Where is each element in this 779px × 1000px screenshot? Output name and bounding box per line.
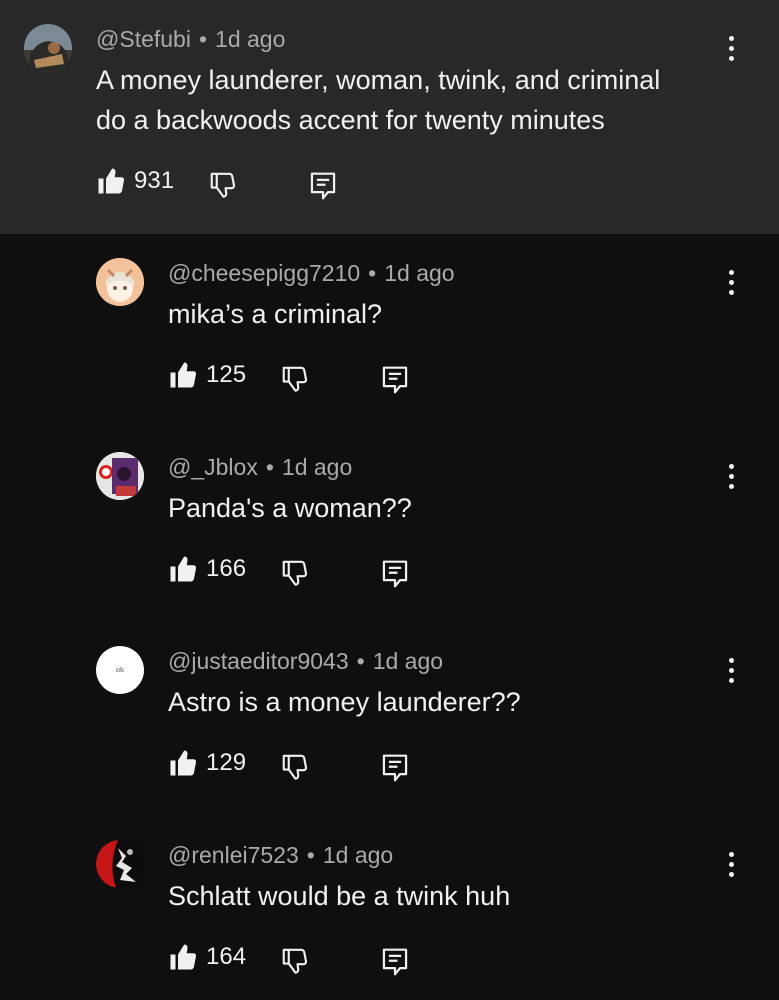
- comment-meta: @justaeditor9043 • 1d ago: [168, 648, 443, 675]
- thumbs-up-icon: [170, 556, 197, 582]
- comment-text: Astro is a money launderer??: [168, 682, 521, 722]
- comment-actions: 129: [168, 748, 428, 788]
- meta-separator: •: [306, 842, 315, 868]
- like-count: 164: [206, 943, 247, 970]
- comment-text-line: mika’s a criminal?: [168, 299, 383, 329]
- dislike-button[interactable]: [208, 170, 238, 200]
- comment-actions: 931: [96, 166, 396, 206]
- thumbs-down-icon: [282, 948, 308, 974]
- like-count: 129: [206, 749, 247, 776]
- comment-time: 1d ago: [372, 648, 444, 674]
- comment-text: Schlatt would be a twink huh: [168, 876, 510, 916]
- reply-item: @renlei7523 • 1d ago Schlatt would be a tw…: [0, 840, 779, 990]
- author-handle[interactable]: @Stefubi: [96, 26, 191, 52]
- thumbs-up-icon: [170, 750, 197, 776]
- author-handle[interactable]: @justaeditor9043: [168, 648, 349, 674]
- reply-button[interactable]: [380, 752, 410, 784]
- avatar[interactable]: [96, 258, 144, 306]
- like-count: 931: [134, 167, 175, 194]
- comment-text-line: Astro is a money launderer??: [168, 687, 521, 717]
- thumbs-down-icon: [282, 560, 308, 586]
- thumbs-up-icon: [98, 168, 125, 194]
- avatar-image-icon: idk: [115, 666, 125, 674]
- meta-separator: •: [198, 26, 208, 52]
- more-options-icon[interactable]: [721, 28, 741, 68]
- reply-button[interactable]: [380, 946, 410, 978]
- thumbs-down-icon: [210, 172, 236, 198]
- comment-time: 1d ago: [215, 26, 286, 52]
- more-options-icon[interactable]: [721, 844, 741, 884]
- author-handle[interactable]: @_Jblox: [168, 454, 258, 480]
- avatar[interactable]: [24, 24, 72, 72]
- comment-meta: @cheesepigg7210 • 1d ago: [168, 260, 455, 287]
- comment-text-line: Schlatt would be a twink huh: [168, 881, 511, 911]
- comment-meta: @_Jblox • 1d ago: [168, 454, 352, 481]
- reply-item: idk @justaeditor9043 • 1d ago Astro is a m…: [0, 646, 779, 796]
- comment-text-line: Panda's a woman??: [168, 493, 412, 523]
- like-count: 125: [206, 361, 247, 388]
- reply-icon: [382, 560, 408, 588]
- comment-text: Panda's a woman??: [168, 488, 412, 528]
- comment-time: 1d ago: [281, 454, 353, 480]
- like-button[interactable]: 164: [168, 942, 246, 972]
- reply-icon: [382, 754, 408, 782]
- comment-actions: 164: [168, 942, 428, 982]
- more-options-icon[interactable]: [721, 650, 741, 690]
- reply-button[interactable]: [380, 364, 410, 396]
- comment-meta: @Stefubi • 1d ago: [96, 26, 285, 53]
- avatar[interactable]: [96, 840, 144, 888]
- comment-time: 1d ago: [384, 260, 455, 286]
- dislike-button[interactable]: [280, 946, 310, 976]
- avatar[interactable]: idk: [96, 646, 144, 694]
- dislike-button[interactable]: [280, 752, 310, 782]
- reply-item: @cheesepigg7210 • 1d ago mika’s a criminal…: [0, 258, 779, 408]
- like-button[interactable]: 931: [96, 166, 174, 196]
- reply-icon: [382, 948, 408, 976]
- thumbs-up-icon: [170, 362, 197, 388]
- avatar-image-icon: [24, 24, 72, 72]
- reply-icon: [382, 366, 408, 394]
- comment-text-line: do a backwoods accent for twenty minutes: [96, 105, 605, 135]
- like-button[interactable]: 166: [168, 554, 246, 584]
- like-count: 166: [206, 555, 247, 582]
- dislike-button[interactable]: [280, 364, 310, 394]
- more-options-icon[interactable]: [721, 456, 741, 496]
- comment-text: A money launderer, woman, twink, and cri…: [96, 60, 660, 140]
- avatar-image-icon: [96, 452, 144, 500]
- comment-actions: 166: [168, 554, 428, 594]
- reply-item: @_Jblox • 1d ago Panda's a woman?? 166: [0, 452, 779, 602]
- more-options-icon[interactable]: [721, 262, 741, 302]
- avatar-image-icon: [96, 840, 144, 888]
- reply-button[interactable]: [308, 170, 338, 202]
- thumbs-up-icon: [170, 944, 197, 970]
- meta-separator: •: [265, 454, 274, 480]
- author-handle[interactable]: @cheesepigg7210: [168, 260, 360, 286]
- meta-separator: •: [356, 648, 365, 674]
- comment-actions: 125: [168, 360, 428, 400]
- comment-time: 1d ago: [322, 842, 394, 868]
- thumbs-down-icon: [282, 366, 308, 392]
- comment-thread-item: @Stefubi • 1d ago A money launderer, woman…: [0, 0, 779, 234]
- author-handle[interactable]: @renlei7523: [168, 842, 299, 868]
- meta-separator: •: [368, 260, 377, 286]
- like-button[interactable]: 129: [168, 748, 246, 778]
- comment-text-line: A money launderer, woman, twink, and cri…: [96, 65, 661, 95]
- avatar[interactable]: [96, 452, 144, 500]
- dislike-button[interactable]: [280, 558, 310, 588]
- reply-button[interactable]: [380, 558, 410, 590]
- avatar-image-icon: [96, 258, 144, 306]
- reply-icon: [310, 172, 336, 200]
- comment-meta: @renlei7523 • 1d ago: [168, 842, 393, 869]
- thumbs-down-icon: [282, 754, 308, 780]
- comment-text: mika’s a criminal?: [168, 294, 382, 334]
- like-button[interactable]: 125: [168, 360, 246, 390]
